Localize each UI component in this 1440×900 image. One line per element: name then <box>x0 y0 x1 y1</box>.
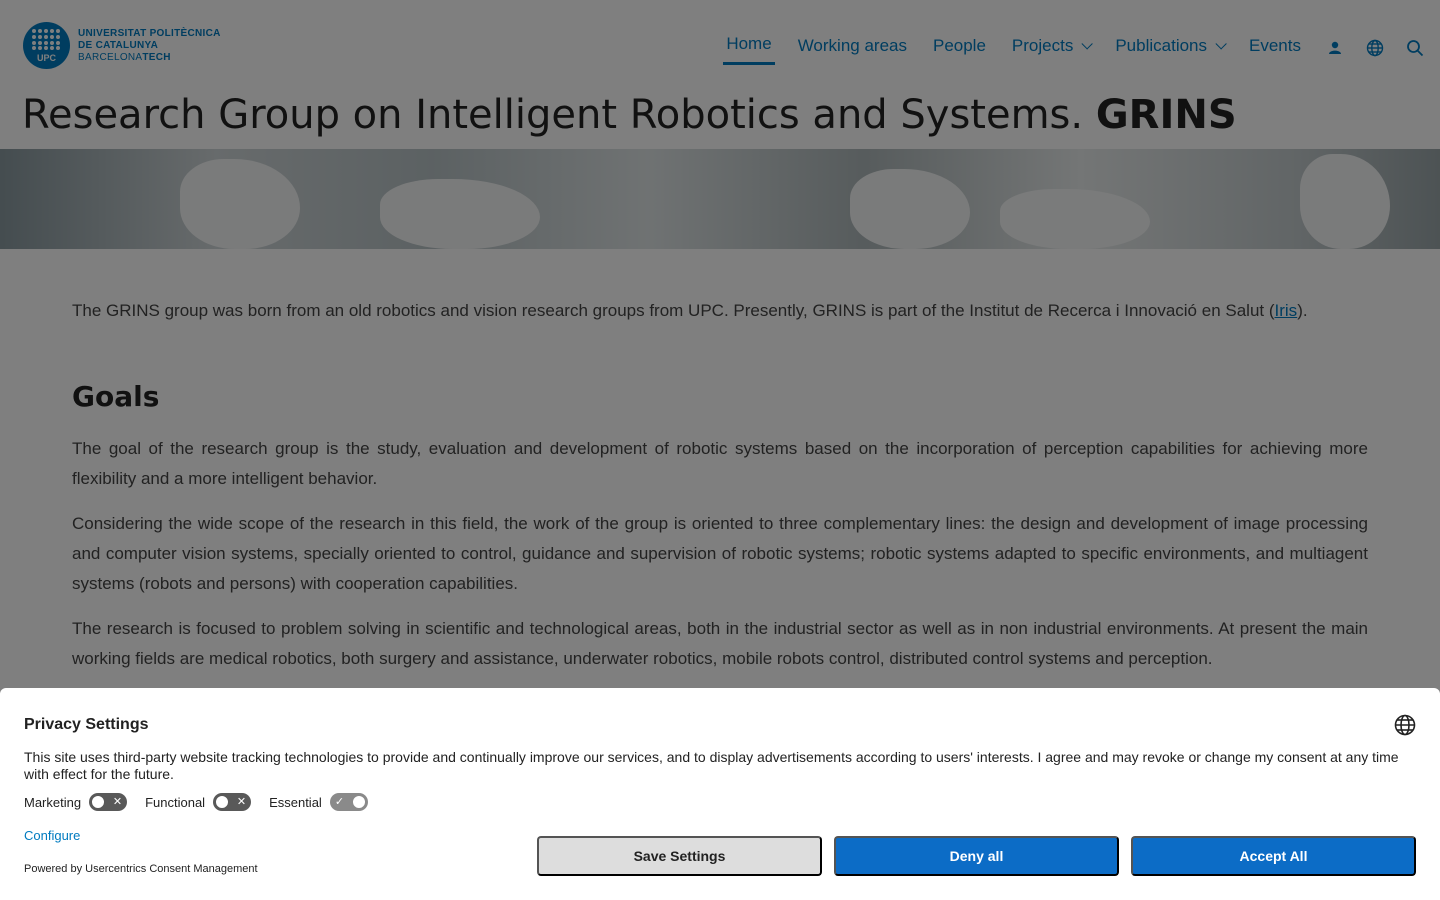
functional-toggle[interactable]: ✕ <box>213 793 252 811</box>
cross-icon: ✕ <box>236 796 247 808</box>
essential-toggle-group: Essential ✓ <box>269 793 368 811</box>
functional-label: Functional <box>145 794 206 810</box>
toggle-knob <box>215 795 230 809</box>
privacy-settings-banner: Privacy Settings This site uses third-pa… <box>0 688 1440 900</box>
check-icon: ✓ <box>334 796 345 808</box>
marketing-label: Marketing <box>24 794 82 810</box>
accept-all-button[interactable]: Accept All <box>1131 836 1416 876</box>
toggle-knob <box>351 795 366 809</box>
privacy-title: Privacy Settings <box>24 716 149 733</box>
privacy-description: This site uses third-party website track… <box>24 749 1399 782</box>
powered-by-text: Powered by Usercentrics Consent Manageme… <box>24 863 258 875</box>
save-settings-button[interactable]: Save Settings <box>537 836 822 876</box>
cross-icon: ✕ <box>112 796 123 808</box>
essential-label: Essential <box>269 794 322 810</box>
deny-all-button[interactable]: Deny all <box>834 836 1119 876</box>
consent-toggles: Marketing ✕ Functional ✕ Essential ✓ <box>24 793 386 811</box>
language-globe-icon[interactable] <box>1394 714 1416 736</box>
marketing-toggle-group: Marketing ✕ <box>24 793 128 811</box>
toggle-knob <box>91 795 106 809</box>
configure-link[interactable]: Configure <box>24 828 80 843</box>
essential-toggle: ✓ <box>329 793 368 811</box>
functional-toggle-group: Functional ✕ <box>145 793 252 811</box>
marketing-toggle[interactable]: ✕ <box>89 793 128 811</box>
